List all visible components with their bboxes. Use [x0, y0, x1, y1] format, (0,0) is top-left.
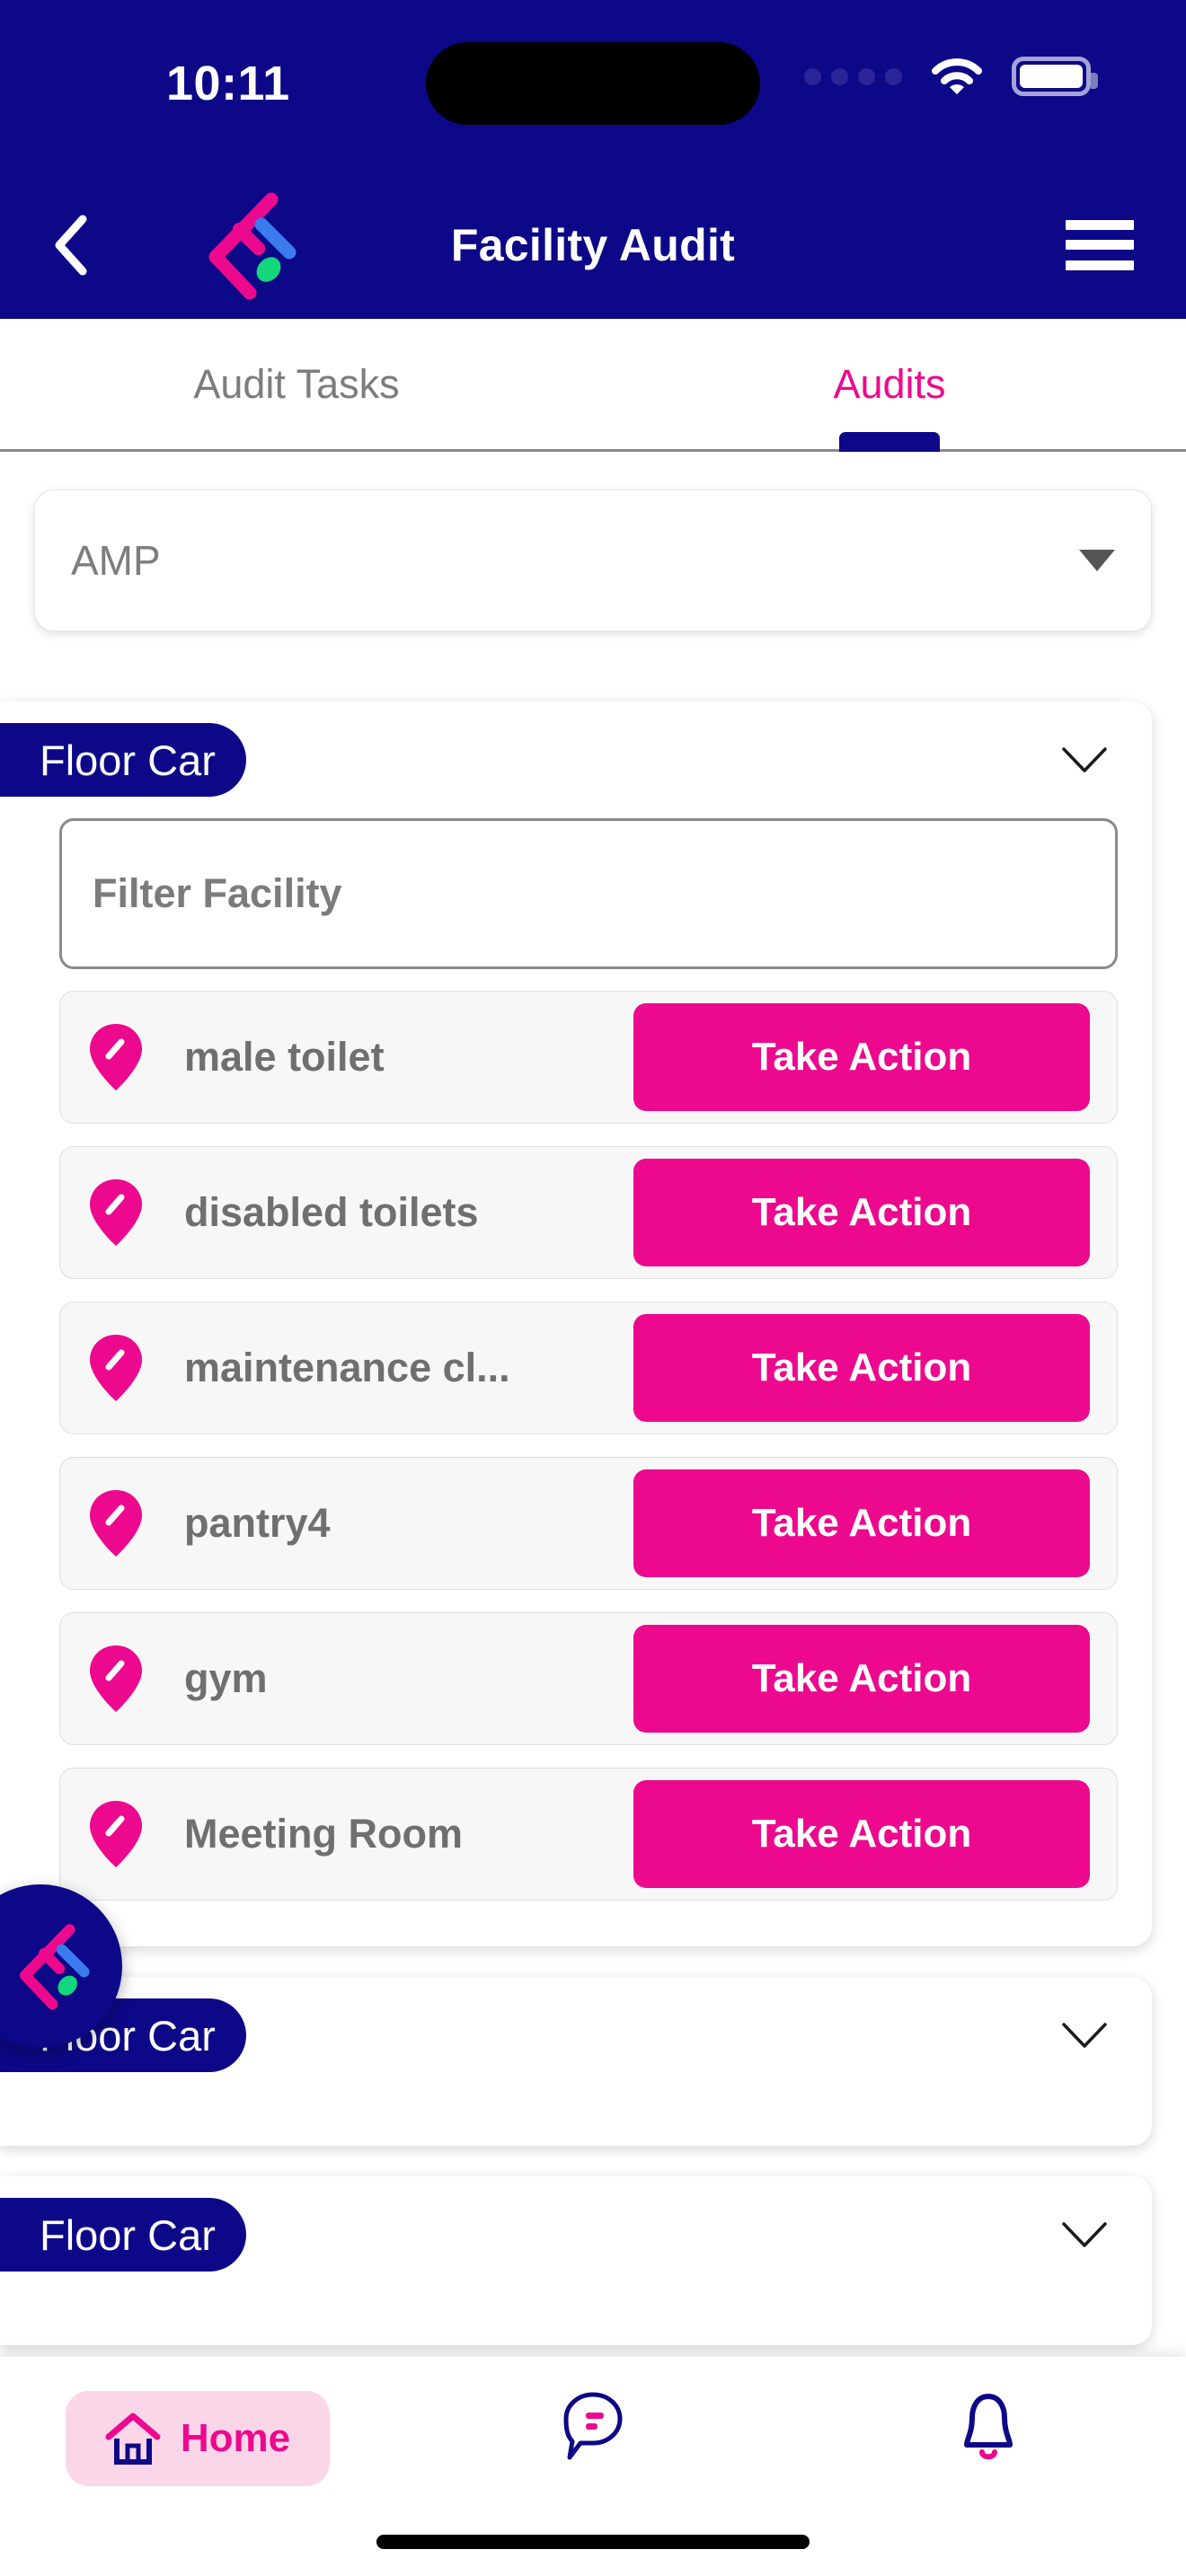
accordion-group-collapsed: Floor Car — [0, 2176, 1152, 2345]
tab-audits[interactable]: Audits — [593, 319, 1186, 452]
filter-facility-placeholder: Filter Facility — [93, 870, 342, 916]
list-item[interactable]: Meeting Room Take Action — [59, 1768, 1118, 1901]
accordion-body: Filter Facility male toilet Take Action … — [0, 818, 1152, 1946]
location-pin-edit-icon — [87, 1022, 145, 1092]
facilio-logo-icon — [4, 1919, 104, 2013]
list-item[interactable]: disabled toilets Take Action — [59, 1146, 1118, 1279]
tab-audit-tasks[interactable]: Audit Tasks — [0, 319, 593, 449]
wifi-icon — [931, 57, 983, 95]
accordion-title: Floor Car — [40, 736, 216, 784]
chat-bubble-icon — [561, 2391, 625, 2461]
nav-item-notifications[interactable] — [791, 2391, 1186, 2465]
accordion-group-expanded: Floor Car Filter Facility male toilet Ta… — [0, 701, 1152, 1946]
app-screen: 10:11 Facility Audit Audit Tasks Audits … — [0, 0, 1186, 2576]
accordion-title-badge: Floor Car — [0, 723, 246, 797]
status-bar-icons — [804, 57, 1098, 96]
bell-icon — [960, 2391, 1016, 2465]
battery-full-icon — [1012, 57, 1098, 96]
facility-select[interactable]: AMP — [34, 490, 1152, 631]
nav-item-chat[interactable] — [395, 2391, 791, 2461]
take-action-button[interactable]: Take Action — [633, 1625, 1090, 1733]
take-action-button[interactable]: Take Action — [633, 1159, 1090, 1266]
chevron-down-icon[interactable] — [1060, 2021, 1109, 2050]
chevron-down-icon — [1079, 550, 1115, 571]
tab-bar: Audit Tasks Audits — [0, 319, 1186, 452]
accordion-title: Floor Car — [40, 2210, 216, 2259]
take-action-button[interactable]: Take Action — [633, 1469, 1090, 1577]
page-content: AMP Floor Car Filter Facility male toile… — [0, 452, 1186, 2357]
tab-audit-tasks-label: Audit Tasks — [193, 360, 400, 407]
location-pin-edit-icon — [87, 1178, 145, 1248]
status-bar: 10:11 — [0, 0, 1186, 171]
accordion-title-badge: Floor Car — [0, 2198, 246, 2272]
dynamic-island — [426, 42, 760, 125]
page-title: Facility Audit — [450, 219, 736, 270]
take-action-button[interactable]: Take Action — [633, 1314, 1090, 1422]
accordion-header[interactable]: Floor Car — [0, 2176, 1152, 2293]
list-item[interactable]: maintenance cl... Take Action — [59, 1301, 1118, 1434]
nav-item-home[interactable]: Home — [0, 2391, 395, 2486]
location-pin-edit-icon — [87, 1333, 145, 1403]
home-indicator — [376, 2535, 810, 2549]
take-action-button[interactable]: Take Action — [633, 1780, 1090, 1888]
location-pin-edit-icon — [87, 1644, 145, 1714]
accordion-group-collapsed: Floor Car — [0, 1977, 1152, 2146]
chevron-down-icon[interactable] — [1060, 745, 1109, 774]
location-pin-edit-icon — [87, 1799, 145, 1869]
list-item[interactable]: pantry4 Take Action — [59, 1457, 1118, 1590]
location-pin-edit-icon — [87, 1488, 145, 1558]
tab-audits-label: Audits — [833, 360, 946, 407]
status-bar-time: 10:11 — [166, 57, 290, 110]
list-item[interactable]: gym Take Action — [59, 1612, 1118, 1745]
filter-facility-input[interactable]: Filter Facility — [59, 818, 1118, 969]
facility-select-value: AMP — [71, 537, 161, 584]
app-bar: Facility Audit — [0, 171, 1186, 319]
list-item[interactable]: male toilet Take Action — [59, 991, 1118, 1124]
nav-item-home-label: Home — [180, 2416, 291, 2460]
signal-dots-icon — [804, 67, 902, 85]
tab-active-indicator — [839, 432, 940, 452]
accordion-header[interactable]: Floor Car — [0, 1977, 1152, 2094]
hamburger-menu-icon[interactable] — [1066, 219, 1134, 270]
home-pill: Home — [65, 2391, 331, 2486]
home-icon — [105, 2412, 161, 2466]
facility-select-wrapper: AMP — [0, 452, 1186, 631]
accordion-header[interactable]: Floor Car — [0, 701, 1152, 818]
take-action-button[interactable]: Take Action — [633, 1003, 1090, 1111]
chevron-down-icon[interactable] — [1060, 2220, 1109, 2249]
